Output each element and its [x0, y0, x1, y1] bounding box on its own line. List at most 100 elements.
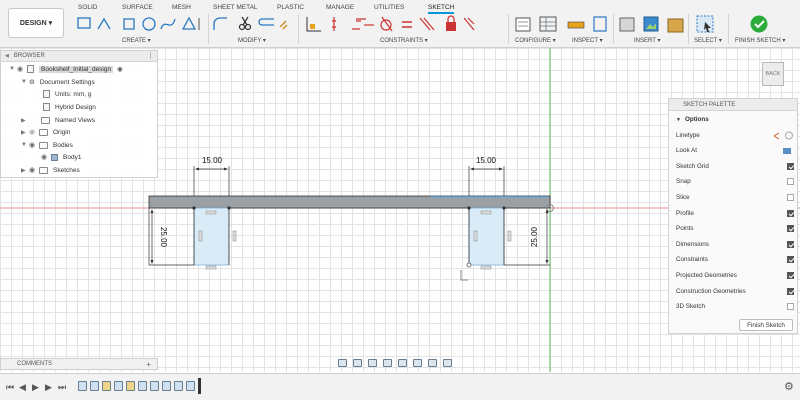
tab-manage[interactable]: MANAGE: [326, 4, 354, 11]
inspect-tools[interactable]: [566, 15, 611, 37]
timeline-feature-icon[interactable]: [138, 381, 147, 391]
construction-geometries-checkbox[interactable]: [787, 288, 794, 295]
timeline-feature-icon[interactable]: [78, 381, 87, 391]
display-settings-icon[interactable]: [413, 359, 422, 367]
tab-mesh[interactable]: MESH: [172, 4, 191, 11]
step-back-icon[interactable]: ◀: [19, 382, 26, 393]
construction-linetype-icon[interactable]: [772, 131, 794, 140]
expand-right-icon[interactable]: ▶: [21, 167, 29, 174]
left-height-value[interactable]: 25.00: [159, 227, 168, 248]
tree-item-hybrid-design[interactable]: Hybrid Design: [43, 101, 96, 113]
tab-plastic[interactable]: PLASTIC: [277, 4, 304, 11]
points-checkbox[interactable]: [787, 225, 794, 232]
expand-down-icon[interactable]: ▼: [9, 66, 17, 72]
snap-checkbox[interactable]: [787, 178, 794, 185]
active-radio-icon[interactable]: ◉: [117, 65, 123, 73]
expand-down-icon[interactable]: ▼: [21, 79, 29, 85]
tree-item-sketches[interactable]: ▶ ◉ Sketches: [21, 164, 80, 176]
insert-tools[interactable]: [618, 15, 690, 37]
group-configure[interactable]: CONFIGURE ▾: [515, 37, 556, 44]
expand-right-icon[interactable]: ▶: [21, 129, 29, 136]
add-comment-icon[interactable]: +: [146, 360, 151, 369]
finish-sketch-button[interactable]: Finish Sketch: [739, 319, 793, 331]
group-modify[interactable]: MODIFY ▾: [238, 37, 266, 44]
zoom-icon[interactable]: [383, 359, 392, 367]
group-insert[interactable]: INSERT ▾: [634, 37, 660, 44]
timeline-settings-gear-icon[interactable]: ⚙: [784, 380, 794, 393]
orbit-icon[interactable]: [338, 359, 347, 367]
grid-settings-icon[interactable]: [428, 359, 437, 367]
tab-solid[interactable]: SOLID: [78, 4, 98, 11]
left-width-value[interactable]: 15.00: [202, 156, 223, 165]
tab-sheet-metal[interactable]: SHEET METAL: [213, 4, 258, 11]
visibility-eye-icon[interactable]: ◉: [17, 65, 27, 73]
group-finish-sketch[interactable]: FINISH SKETCH ▾: [735, 37, 785, 44]
toolbar: DESIGN ▾ SOLID SURFACE MESH SHEET METAL …: [0, 0, 800, 48]
group-create[interactable]: CREATE ▾: [122, 37, 151, 44]
tree-item-root[interactable]: ▼ ◉ Bookshelf_Initial_design ◉: [9, 63, 123, 75]
profile-checkbox[interactable]: [787, 210, 794, 217]
tab-utilities[interactable]: UTILITIES: [374, 4, 404, 11]
configure-tools[interactable]: [514, 15, 564, 37]
group-select[interactable]: SELECT ▾: [694, 37, 722, 44]
timeline-sketch-icon[interactable]: [102, 381, 111, 391]
dimensions-checkbox[interactable]: [787, 241, 794, 248]
comments-bar[interactable]: COMMENTS +: [0, 358, 158, 370]
timeline-feature-icon[interactable]: [162, 381, 171, 391]
create-tools[interactable]: [76, 15, 206, 35]
constraints-checkbox[interactable]: [787, 256, 794, 263]
expand-right-icon[interactable]: ▶: [21, 117, 29, 124]
projected-geometries-checkbox[interactable]: [787, 272, 794, 279]
expand-down-icon[interactable]: ▼: [21, 142, 29, 148]
collapse-arrow-icon[interactable]: ◀: [5, 53, 9, 59]
tree-item-bodies[interactable]: ▼ ◉ Bodies: [21, 139, 73, 151]
timeline-feature-icon[interactable]: [114, 381, 123, 391]
viewcube-face-label: BACK: [765, 71, 781, 77]
tree-item-named-views[interactable]: ▶ Named Views: [21, 114, 95, 126]
go-to-start-icon[interactable]: ⏮: [6, 382, 14, 393]
equal-icon: [402, 21, 412, 28]
step-forward-icon[interactable]: ▶: [45, 382, 52, 393]
group-constraints[interactable]: CONSTRAINTS ▾: [380, 37, 428, 44]
visibility-eye-icon[interactable]: ◉: [29, 166, 39, 174]
group-inspect[interactable]: INSPECT ▾: [572, 37, 603, 44]
tab-sketch[interactable]: SKETCH: [428, 4, 455, 14]
tree-item-document-settings[interactable]: ▼ ⚙ Document Settings: [21, 76, 95, 88]
play-icon[interactable]: ▶: [32, 382, 39, 393]
workspace-switcher[interactable]: DESIGN ▾: [8, 8, 64, 38]
finish-sketch-label: Finish Sketch: [747, 321, 785, 329]
group-constraints-label: CONSTRAINTS: [380, 38, 424, 44]
select-tool-icon[interactable]: [696, 15, 716, 37]
sketch-grid-checkbox[interactable]: [787, 163, 794, 170]
fit-icon[interactable]: [398, 359, 407, 367]
tree-item-origin[interactable]: ▶ ◉ Origin: [21, 126, 70, 138]
timeline-marker[interactable]: [198, 378, 201, 394]
timeline-feature-icon[interactable]: [150, 381, 159, 391]
slice-checkbox[interactable]: [787, 194, 794, 201]
browser-pin-icon[interactable]: |: [149, 53, 151, 59]
visibility-eye-icon[interactable]: ◉: [29, 141, 39, 149]
right-height-value[interactable]: 25.00: [530, 226, 539, 247]
go-to-end-icon[interactable]: ⏭: [58, 382, 66, 393]
palette-section-options[interactable]: ▼ Options: [676, 113, 794, 126]
pan-hand-icon[interactable]: [368, 359, 377, 367]
right-width-value[interactable]: 15.00: [476, 156, 497, 165]
timeline-feature-icon[interactable]: [174, 381, 183, 391]
visibility-eye-icon[interactable]: ◉: [41, 153, 51, 161]
separator: [728, 14, 729, 44]
tree-item-body1[interactable]: ◉ Body1: [41, 151, 81, 163]
look-at-icon[interactable]: [353, 359, 362, 367]
modify-tools[interactable]: [212, 15, 292, 35]
timeline-sketch-icon[interactable]: [126, 381, 135, 391]
finish-sketch-icon[interactable]: [750, 15, 770, 35]
tab-surface[interactable]: SURFACE: [122, 4, 153, 11]
tree-item-units[interactable]: Units: mm, g: [43, 88, 91, 100]
hidden-eye-icon[interactable]: ◉: [29, 128, 39, 136]
look-at-icon[interactable]: [782, 146, 792, 155]
timeline-feature-icon[interactable]: [186, 381, 195, 391]
viewcube[interactable]: BACK: [762, 62, 784, 86]
timeline-feature-icon[interactable]: [90, 381, 99, 391]
constraint-tools[interactable]: [304, 15, 484, 37]
3d-sketch-checkbox[interactable]: [787, 303, 794, 310]
viewports-icon[interactable]: [443, 359, 452, 367]
